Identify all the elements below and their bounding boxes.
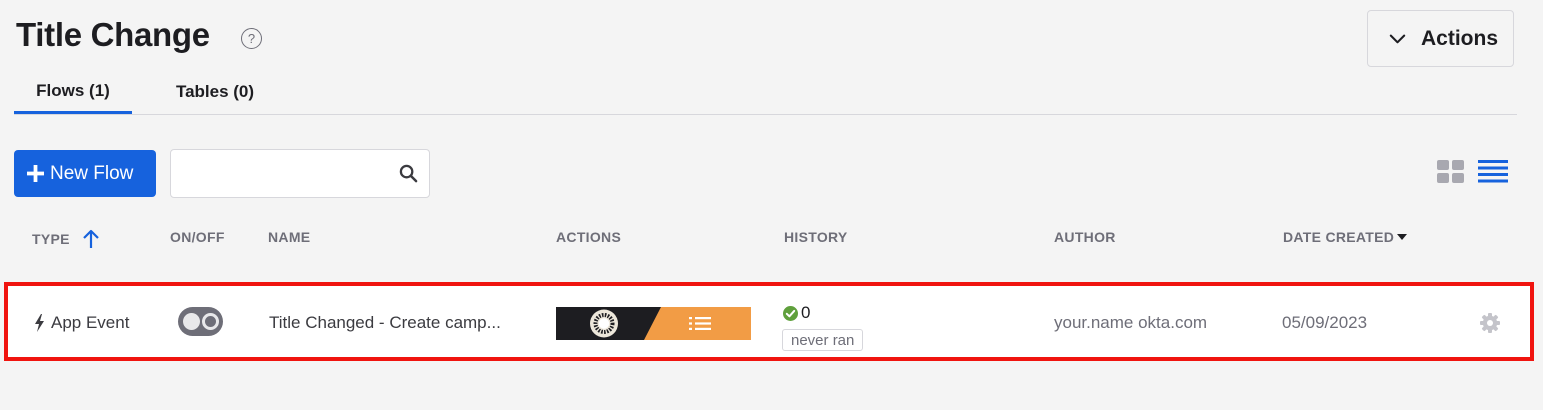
search-icon[interactable] — [399, 164, 418, 183]
lightning-bolt-icon — [35, 314, 44, 332]
tab-flows[interactable]: Flows (1) — [14, 70, 132, 114]
column-header-author[interactable]: AUTHOR — [1054, 229, 1116, 245]
search-input[interactable] — [171, 150, 391, 197]
success-check-icon — [783, 306, 798, 321]
new-flow-label: New Flow — [50, 162, 134, 184]
toggle-off-indicator — [202, 313, 219, 330]
actions-dropdown-button[interactable]: Actions — [1367, 10, 1514, 67]
new-flow-button[interactable]: New Flow — [14, 150, 156, 197]
sort-ascending-arrow-icon — [82, 229, 99, 248]
sort-descending-caret-icon — [1397, 234, 1408, 240]
grid-view-icon[interactable] — [1437, 160, 1464, 183]
flow-type-label: App Event — [51, 313, 130, 332]
search-box — [170, 149, 430, 198]
flow-enabled-toggle[interactable] — [178, 307, 223, 336]
table-row[interactable]: App Event Title Changed - Create camp...… — [4, 282, 1534, 361]
flow-type-cell: App Event — [34, 313, 129, 333]
column-header-history: HISTORY — [784, 229, 848, 245]
column-header-actions: ACTIONS — [556, 229, 622, 245]
column-header-type[interactable]: TYPE — [32, 229, 100, 249]
history-status-badge: never ran — [782, 329, 864, 351]
plus-icon — [27, 165, 44, 182]
tab-bar: Flows (1) Tables (0) — [14, 70, 298, 114]
actions-button-label: Actions — [1421, 26, 1499, 50]
tabs-divider — [14, 114, 1517, 115]
column-header-onoff: ON/OFF — [170, 229, 225, 245]
date-created-cell: 05/09/2023 — [1282, 313, 1368, 332]
column-type-label: TYPE — [32, 231, 70, 247]
sun-app-icon — [590, 309, 618, 338]
tab-tables[interactable]: Tables (0) — [132, 70, 298, 114]
list-view-icon[interactable] — [1478, 160, 1508, 183]
author-cell: your.name okta.com — [1054, 313, 1208, 332]
help-circle-icon[interactable]: ? — [241, 28, 262, 49]
history-run-count: 0 — [801, 303, 811, 322]
column-date-created-label: DATE CREATED — [1283, 229, 1395, 245]
chevron-down-icon — [1389, 34, 1406, 44]
column-header-name[interactable]: NAME — [268, 229, 310, 245]
page-title: Title Change — [16, 16, 210, 53]
column-header-date-created[interactable]: DATE CREATED — [1283, 229, 1408, 245]
flow-actions-connectors — [556, 307, 751, 340]
flow-name-link[interactable]: Title Changed - Create camp... — [269, 313, 537, 333]
gear-icon[interactable] — [1480, 313, 1500, 333]
toggle-knob — [183, 313, 200, 330]
